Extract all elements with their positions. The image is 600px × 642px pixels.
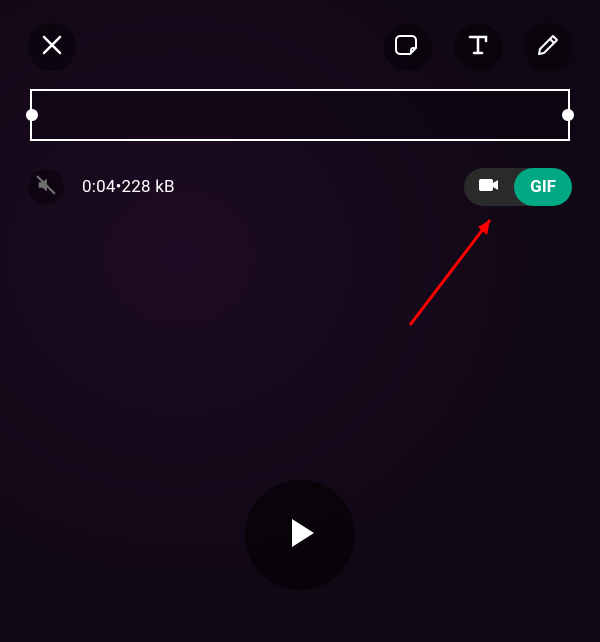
video-trim-track[interactable] [30,89,570,141]
pencil-icon [536,33,560,61]
gif-label: GIF [530,177,556,197]
close-icon [41,34,63,60]
text-tool-button[interactable] [454,23,502,71]
top-toolbar-right [384,23,572,71]
info-row: 0:04 • 228 kB GIF [0,165,600,209]
video-camera-icon [478,177,500,198]
video-filesize: 228 kB [122,177,175,197]
trim-handle-start[interactable] [26,109,38,121]
toggle-video-option[interactable] [464,168,514,206]
annotation-arrow [390,205,520,339]
speaker-muted-icon [35,174,57,200]
draw-button[interactable] [524,23,572,71]
text-icon [466,33,490,61]
sticker-button[interactable] [384,23,432,71]
trim-handle-end[interactable] [562,109,574,121]
toggle-gif-option[interactable]: GIF [514,168,572,206]
play-button[interactable] [245,480,355,590]
video-gif-toggle: GIF [464,168,572,206]
mute-button[interactable] [28,169,64,205]
top-toolbar [0,22,600,72]
close-button[interactable] [28,23,76,71]
sticker-icon [395,32,421,62]
play-icon [278,511,322,559]
video-duration: 0:04 [82,177,116,197]
